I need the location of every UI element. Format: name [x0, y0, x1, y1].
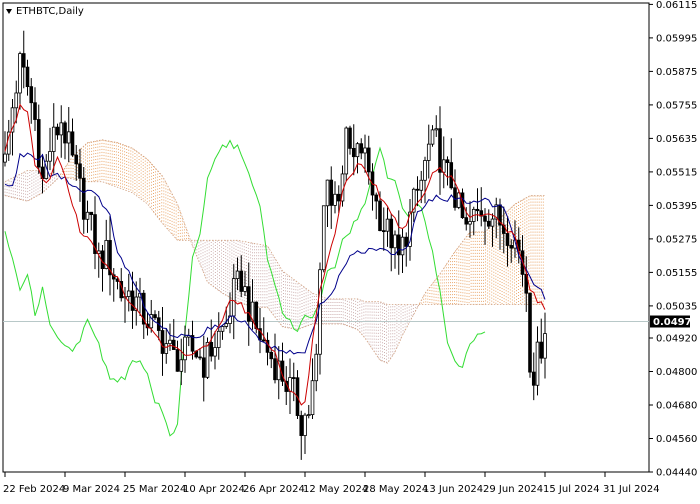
x-tick-label: 25 Mar 2024: [123, 484, 186, 495]
chart-title-text: ETHBTC,Daily: [16, 6, 84, 17]
x-tick-label: 31 Jul 2024: [603, 484, 660, 495]
candle: [321, 205, 326, 273]
y-tick-label: 0.04440: [656, 468, 697, 479]
y-tick-label: 0.05755: [656, 100, 697, 111]
y-tick-label: 0.04680: [656, 401, 697, 412]
current-price-tag-text: 0.04979: [653, 317, 699, 328]
y-tick-label: 0.05635: [656, 134, 697, 145]
y-tick-label: 0.04920: [656, 334, 697, 345]
candle: [528, 292, 532, 378]
y-tick-label: 0.06115: [656, 0, 697, 11]
ichimoku-chart[interactable]: 0.06115 0.05995 0.05875 0.05755 0.05635 0.055…: [0, 0, 700, 500]
candle: [344, 126, 349, 182]
candle: [295, 370, 300, 419]
current-price-tag: 0.04979: [650, 315, 699, 328]
plot-frame: [2, 2, 650, 473]
x-tick-label: 9 Mar 2024: [63, 484, 120, 495]
x-tick-label: 10 Apr 2024: [183, 484, 245, 495]
x-tick-label: 15 Jul 2024: [543, 484, 600, 495]
x-axis: 22 Feb 20249 Mar 2024 25 Mar 202410 Apr 2…: [3, 472, 660, 495]
chart-title[interactable]: ETHBTC,Daily: [6, 6, 84, 17]
y-tick-label: 0.05275: [656, 234, 697, 245]
x-tick-label: 28 May 2024: [363, 484, 428, 495]
y-tick-label: 0.05035: [656, 301, 697, 312]
y-tick-label: 0.04800: [656, 367, 697, 378]
x-tick-label: 13 Jun 2024: [423, 484, 483, 495]
y-tick-label: 0.05395: [656, 201, 697, 212]
y-tick-label: 0.05875: [656, 67, 697, 78]
x-tick-label: 12 May 2024: [303, 484, 368, 495]
x-tick-label: 26 Apr 2024: [243, 484, 305, 495]
x-tick-label: 22 Feb 2024: [3, 484, 65, 495]
y-tick-label: 0.05155: [656, 268, 697, 279]
x-tick-label: 29 Jun 2024: [483, 484, 543, 495]
chart-root: 0.06115 0.05995 0.05875 0.05755 0.05635 0.055…: [0, 0, 700, 500]
y-tick-label: 0.05515: [656, 167, 697, 178]
y-axis: 0.06115 0.05995 0.05875 0.05755 0.05635 0.055…: [649, 0, 697, 479]
y-tick-label: 0.04560: [656, 434, 697, 445]
y-tick-label: 0.05995: [656, 33, 697, 44]
